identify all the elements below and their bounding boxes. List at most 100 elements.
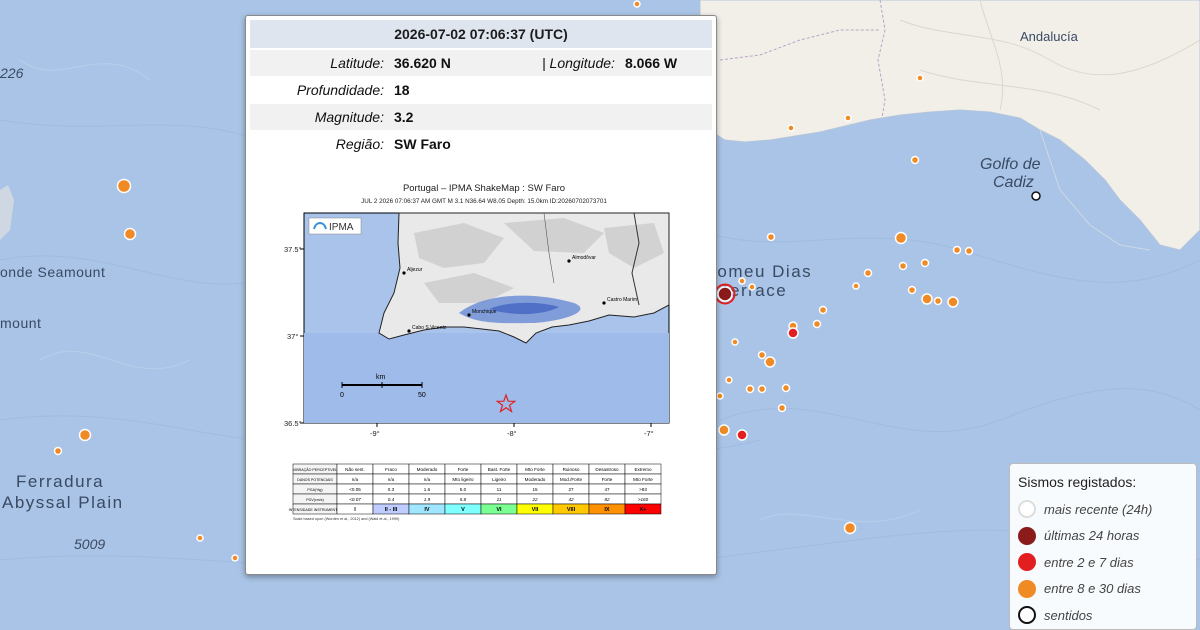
table-cell: Forte: [602, 477, 613, 482]
table-cell: >83: [639, 487, 647, 492]
table-cell: VII: [532, 507, 539, 513]
legend-dot-8-30-days-icon: [1018, 579, 1036, 598]
table-cell: Mod./Forte: [560, 477, 583, 482]
table-cell: 0.4: [388, 497, 395, 502]
table-footnote: Scale based upon (Worden et al., 2012) a…: [293, 517, 400, 521]
table-cell: <0.05: [349, 487, 361, 492]
scale-label: km: [376, 374, 386, 381]
table-cell: Moderado: [417, 467, 438, 472]
shakemap-logo: IPMA: [329, 222, 354, 233]
legend-label-felt: sentidos: [1044, 607, 1093, 623]
table-cell: IX: [604, 507, 610, 513]
table-cell: 82: [604, 497, 610, 502]
table-cell: 15: [532, 487, 538, 492]
table-row-header: VIBRAÇÃO PERCEPTIVEL: [293, 467, 337, 472]
table-cell: Ligeiro: [492, 477, 506, 482]
legend-item-felt: sentidos: [1018, 602, 1188, 629]
table-cell: 1.9: [424, 497, 431, 502]
table-cell: Desastroso: [595, 467, 619, 472]
table-row-header: DANOS POTENCIAIS: [297, 478, 333, 482]
popup-datetime: 2026-07-02 07:06:37 (UTC): [250, 20, 712, 48]
table-cell: n/a: [424, 477, 431, 482]
table-cell: X+: [640, 507, 647, 513]
scale-tick-50: 50: [418, 392, 426, 399]
table-cell: Não sent.: [345, 467, 365, 472]
label-seamount-2: mount: [0, 315, 41, 331]
town-cabo-s-vicente: Cabo S.Vicente: [412, 325, 447, 331]
table-cell: n/a: [352, 477, 359, 482]
label-golfo-2: Cadiz: [993, 174, 1034, 191]
table-cell: Fraco: [385, 467, 397, 472]
town-aljezur: Aljezur: [407, 267, 423, 273]
table-cell: Moderado: [525, 477, 546, 482]
label-andalucia: Andalucía: [1020, 29, 1079, 44]
magnitude-label: Magnitude:: [314, 109, 384, 125]
table-cell: VI: [496, 507, 502, 513]
latitude-label: Latitude:: [330, 55, 384, 71]
label-depth-226: 226: [0, 65, 24, 81]
table-cell: Bast. Forte: [488, 467, 511, 472]
table-cell: Forte: [458, 467, 469, 472]
latitude-value: 36.620 N: [394, 55, 451, 71]
legend-title: Sismos registados:: [1018, 474, 1137, 490]
popup-row-coordinates: Latitude: 36.620 N | Longitude: 8.066 W: [250, 50, 712, 76]
table-row-header: PGA(%g): [307, 488, 322, 492]
y-tick-37-5: 37.5°: [284, 245, 302, 254]
town-castro-marim: Castro Marim: [607, 297, 637, 303]
y-tick-36-5: 36.5°: [284, 419, 302, 428]
table-cell: n/a: [388, 477, 395, 482]
popup-row-magnitude: Magnitude: 3.2: [250, 104, 712, 130]
table-cell: 11: [497, 497, 502, 502]
legend-label-recent: mais recente (24h): [1044, 501, 1153, 517]
table-cell: >160: [638, 497, 649, 502]
table-cell: 5.0: [460, 487, 467, 492]
legend-dot-recent-icon: [1018, 500, 1036, 519]
y-tick-37: 37°: [287, 332, 298, 341]
table-cell: Mto Forte: [525, 467, 545, 472]
table-cell: 42: [568, 497, 574, 502]
region-label: Região:: [335, 136, 384, 152]
legend-item-2-7-days: entre 2 e 7 dias: [1018, 549, 1188, 576]
magnitude-value: 3.2: [394, 109, 414, 125]
intensity-table: VIBRAÇÃO PERCEPTIVEL Não sent. Fraco Modera…: [289, 463, 662, 521]
table-cell: Mto Forte: [633, 477, 653, 482]
region-value: SW Faro: [394, 136, 451, 152]
popup-row-depth: Profundidade: 18: [250, 77, 712, 103]
label-seamount-1: onde Seamount: [0, 264, 105, 280]
table-row-header: PGV(cm/s): [306, 498, 324, 502]
shakemap-image[interactable]: Portugal – IPMA ShakeMap : SW Faro JUL 2…: [284, 181, 684, 561]
depth-value: 18: [394, 82, 410, 98]
table-cell: V: [461, 507, 465, 513]
longitude-label: | Longitude:: [542, 55, 615, 71]
table-cell: 22: [531, 497, 538, 502]
table-cell: 47: [604, 487, 610, 492]
table-cell: 0.3: [388, 487, 395, 492]
longitude-value: 8.066 W: [625, 55, 678, 71]
x-tick-9: -9°: [370, 429, 380, 438]
legend-dot-24h-icon: [1018, 526, 1036, 545]
town-almodovar: Almodôvar: [572, 255, 596, 261]
depth-label: Profundidade:: [296, 82, 384, 98]
label-depth-5009: 5009: [74, 536, 105, 552]
legend-item-8-30-days: entre 8 e 30 dias: [1018, 576, 1188, 603]
earthquake-popup: 2026-07-02 07:06:37 (UTC) Latitude: 36.6…: [245, 15, 717, 575]
legend-label-8-30-days: entre 8 e 30 dias: [1044, 581, 1141, 597]
legend-dot-felt-icon: [1018, 606, 1036, 625]
table-cell: Ruinoso: [563, 467, 580, 472]
scale-tick-0: 0: [340, 392, 344, 399]
table-cell: Mto ligeiro: [452, 477, 474, 482]
table-cell: VIII: [567, 507, 576, 513]
popup-row-region: Região: SW Faro: [250, 131, 712, 157]
table-cell: II - III: [385, 507, 398, 513]
table-cell: <0.07: [349, 497, 361, 502]
town-monchique: Monchique: [472, 309, 497, 315]
legend-item-24h: últimas 24 horas: [1018, 523, 1188, 550]
x-tick-7: -7°: [644, 429, 654, 438]
map-legend: Sismos registados: mais recente (24h) úl…: [1009, 463, 1197, 630]
label-ferradura-2: Abyssal Plain: [2, 493, 124, 512]
label-ferradura-1: Ferradura: [16, 472, 104, 491]
legend-item-recent: mais recente (24h): [1018, 496, 1188, 523]
table-cell: 1.6: [424, 487, 431, 492]
shakemap-subtitle: JUL 2 2026 07:06:37 AM GMT M 3.1 N36.64 …: [361, 198, 607, 205]
table-cell: 27: [568, 487, 574, 492]
